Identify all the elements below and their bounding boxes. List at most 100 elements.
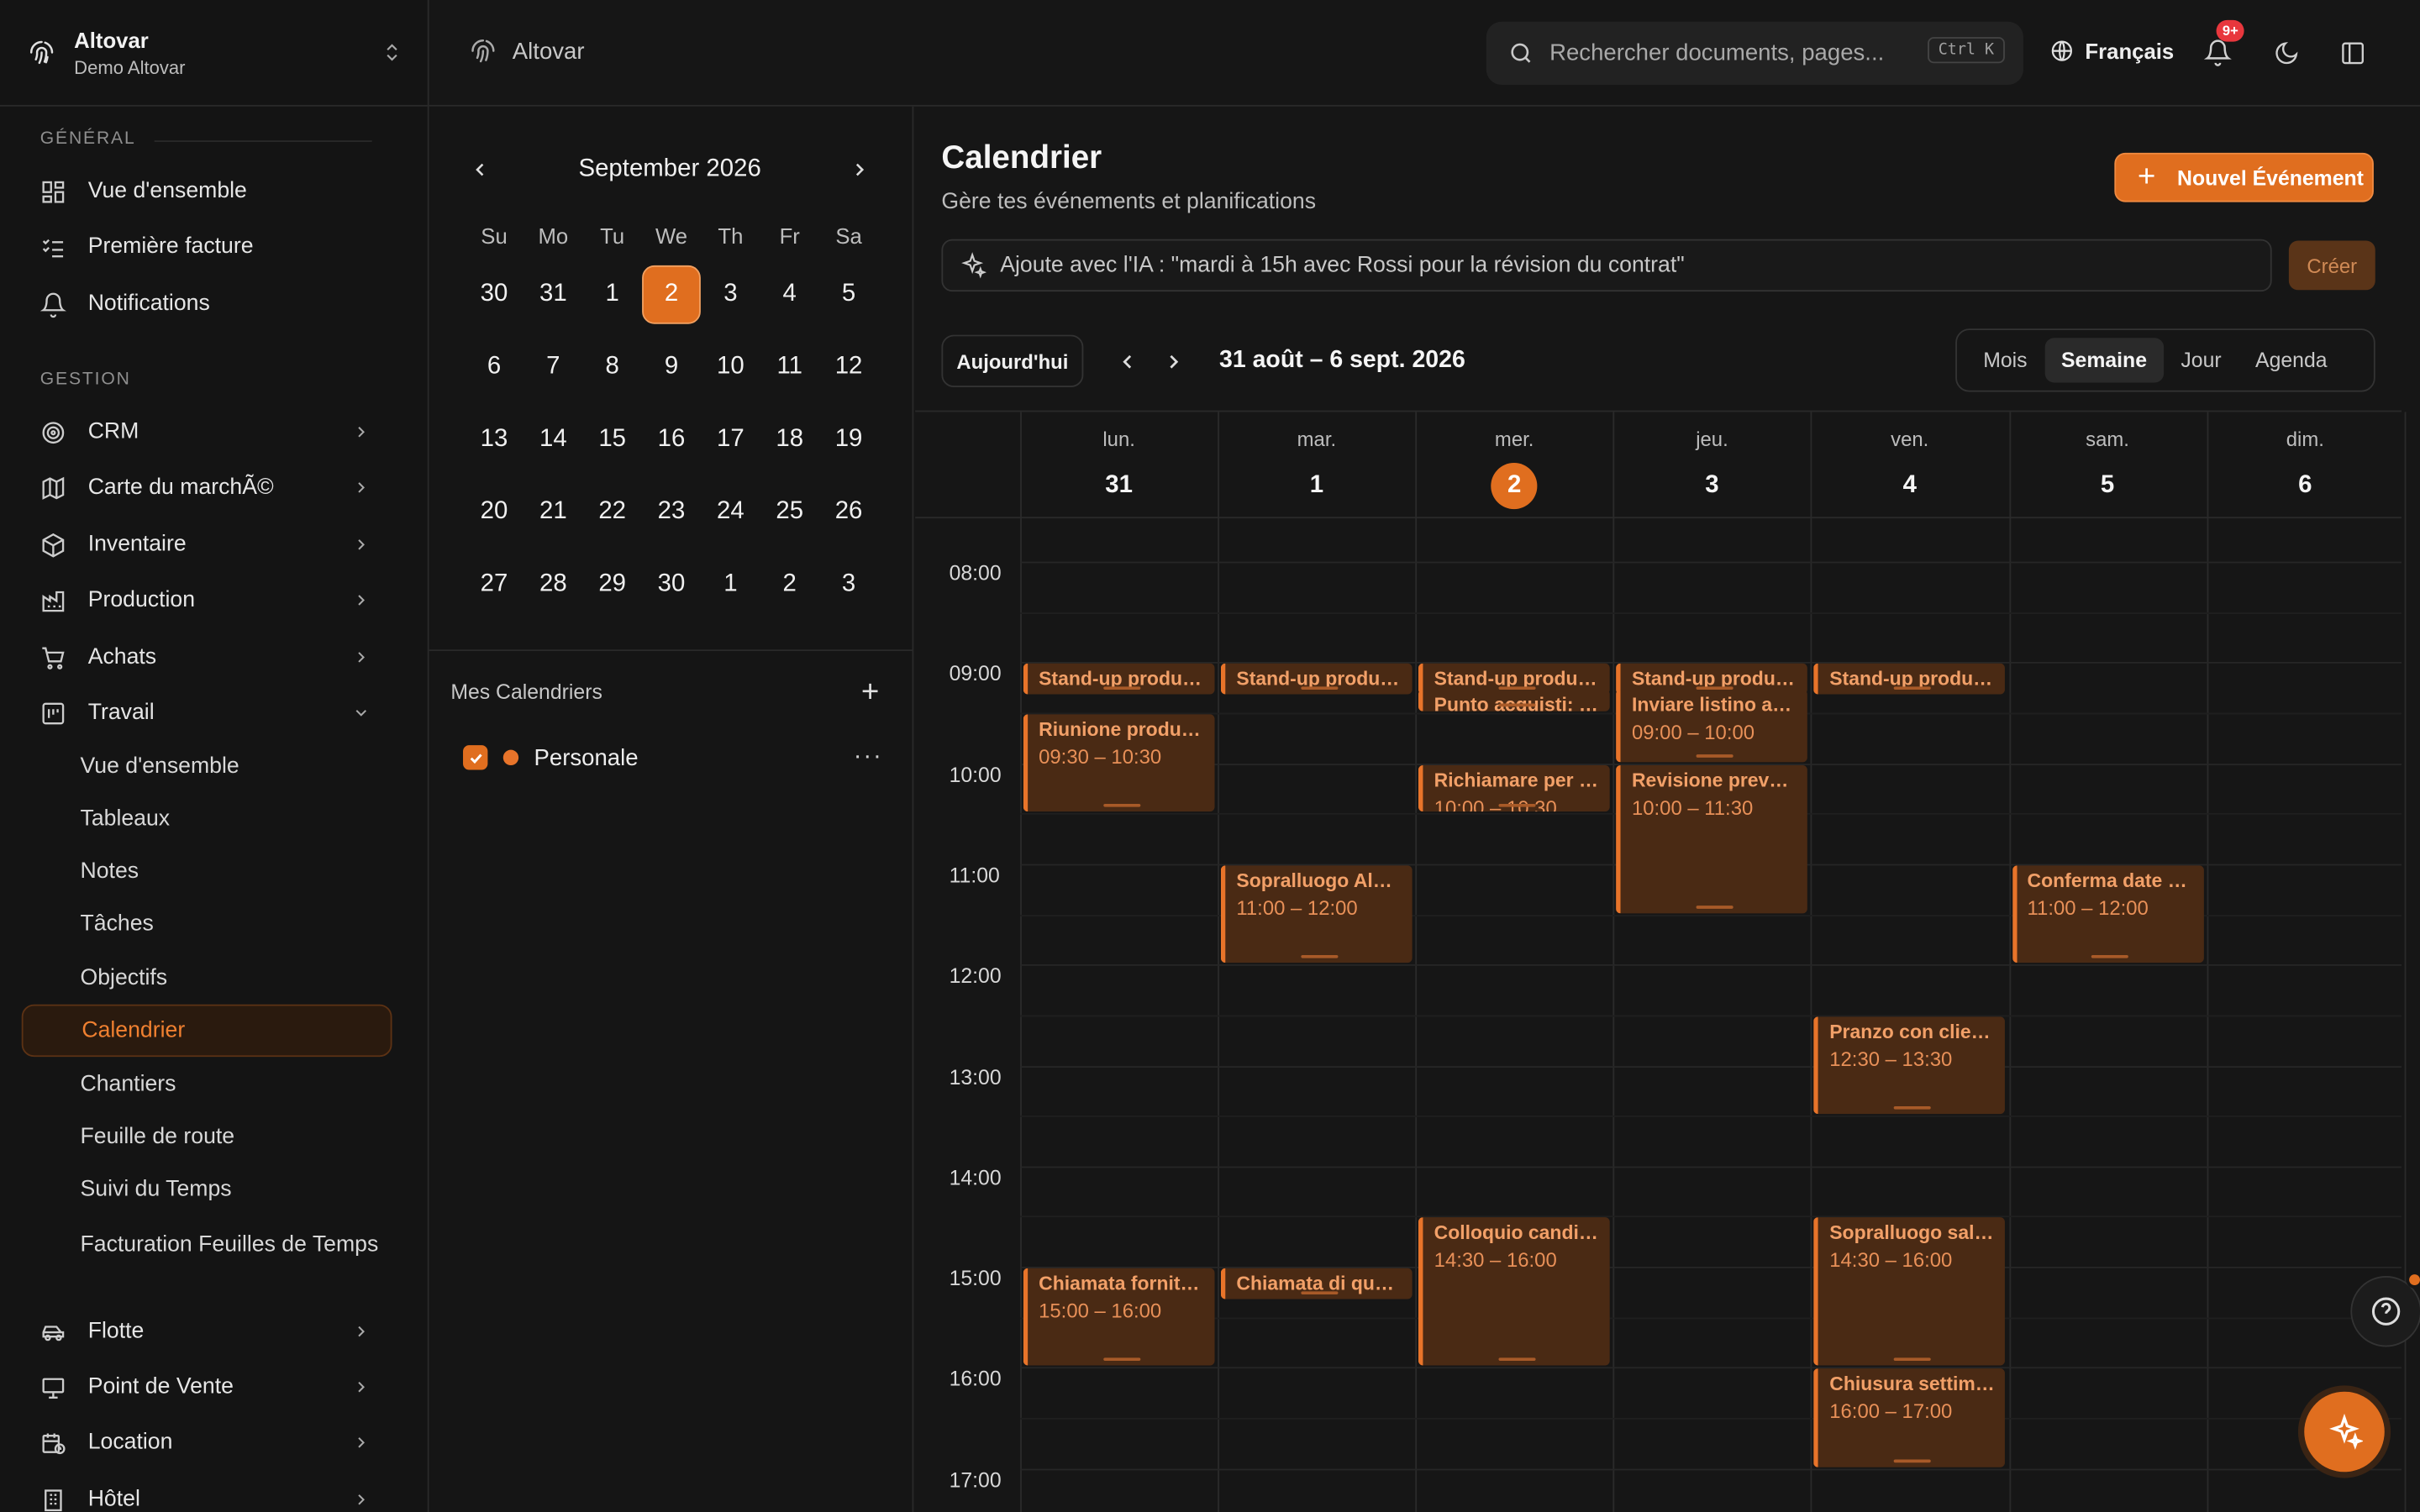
minical-day[interactable]: 25 (760, 475, 819, 548)
nav-inventory[interactable]: Inventaire (22, 518, 392, 570)
calendar-event[interactable]: Stand-up produzi... (1221, 664, 1413, 695)
day-header[interactable]: mer. 2 (1416, 412, 1613, 517)
view-day-tab[interactable]: Jour (2164, 338, 2238, 382)
chevron-left-icon[interactable] (469, 159, 491, 181)
resize-handle[interactable] (1893, 1106, 1931, 1110)
next-week-icon[interactable] (1162, 350, 1186, 374)
minical-day[interactable]: 24 (701, 475, 760, 548)
minical-day[interactable]: 6 (465, 330, 523, 402)
resize-handle[interactable] (1696, 753, 1733, 758)
minical-day[interactable]: 16 (642, 402, 701, 475)
subnav-time-tracking[interactable]: Suivi du Temps (22, 1163, 392, 1215)
subnav-overview[interactable]: Vue d'ensemble (22, 741, 392, 793)
resize-handle[interactable] (1893, 686, 1931, 690)
resize-handle[interactable] (2091, 955, 2128, 958)
minical-day[interactable]: 3 (819, 548, 878, 620)
breadcrumb[interactable]: Altovar (469, 37, 585, 65)
calendar-event[interactable]: Riunione produzio... 09:30 – 10:30 (1023, 714, 1215, 812)
calendar-event[interactable]: Stand-up produzi... (1813, 664, 2006, 695)
search-input[interactable]: Rechercher documents, pages... Ctrl K (1486, 21, 2023, 86)
nav-hotel[interactable]: Hôtel (22, 1473, 392, 1512)
resize-handle[interactable] (1102, 1358, 1140, 1362)
calendar-event[interactable]: Chiusura settiman... 16:00 – 17:00 (1813, 1368, 2006, 1467)
calendar-event[interactable]: Revisione prevent... 10:00 – 11:30 (1616, 764, 1808, 913)
resize-handle[interactable] (1497, 804, 1536, 808)
resize-handle[interactable] (1300, 1290, 1338, 1294)
minical-day[interactable]: 18 (760, 402, 819, 475)
day-header[interactable]: ven. 4 (1811, 412, 2008, 517)
minical-day[interactable]: 9 (642, 330, 701, 402)
resize-handle[interactable] (1102, 804, 1140, 808)
minical-day[interactable]: 22 (583, 475, 642, 548)
minical-day[interactable]: 11 (760, 330, 819, 402)
nav-overview[interactable]: Vue d'ensemble (22, 165, 392, 218)
add-calendar-button[interactable]: + (861, 677, 879, 708)
minical-day[interactable]: 10 (701, 330, 760, 402)
calendar-event[interactable]: Chiamata fornitor... 15:00 – 16:00 (1023, 1268, 1215, 1367)
resize-handle[interactable] (1300, 955, 1338, 958)
minical-day[interactable]: 19 (819, 402, 878, 475)
nav-purchases[interactable]: Achats (22, 631, 392, 683)
minical-day[interactable]: 28 (523, 548, 582, 620)
minical-day[interactable]: 2 (760, 548, 819, 620)
minical-day[interactable]: 30 (642, 548, 701, 620)
resize-handle[interactable] (1696, 905, 1733, 908)
day-header[interactable]: mar. 1 (1218, 412, 1415, 517)
org-switcher[interactable]: Altovar Demo Altovar (0, 0, 428, 107)
calendar-checkbox[interactable] (463, 745, 488, 770)
nav-notifications[interactable]: Notifications (22, 278, 392, 330)
more-options-icon[interactable]: ··· (854, 743, 883, 771)
resize-handle[interactable] (1497, 1358, 1536, 1362)
ai-assistant-button[interactable] (2304, 1391, 2385, 1473)
calendar-event[interactable]: Conferma date co... 11:00 – 12:00 (2012, 865, 2204, 963)
minical-day-selected[interactable]: 2 (642, 258, 701, 330)
calendar-event[interactable]: Stand-up produzi... (1023, 664, 1215, 695)
chevron-right-icon[interactable] (849, 159, 871, 181)
subnav-roadmap[interactable]: Feuille de route (22, 1110, 392, 1163)
calendar-event[interactable]: Sopralluogo sala ... 14:30 – 16:00 (1813, 1217, 2006, 1367)
subnav-notes[interactable]: Notes (22, 846, 392, 898)
resize-handle[interactable] (1102, 686, 1140, 690)
nav-pos[interactable]: Point de Vente (22, 1361, 392, 1413)
resize-handle[interactable] (1893, 1358, 1931, 1362)
notifications-bell-icon[interactable] (2203, 39, 2232, 66)
subnav-calendar[interactable]: Calendrier (21, 1004, 392, 1058)
minical-day[interactable]: 29 (583, 548, 642, 620)
calendar-event[interactable]: Chiamata di quali... (1221, 1268, 1413, 1299)
calendar-event[interactable]: Sopralluogo Alber... 11:00 – 12:00 (1221, 865, 1413, 963)
resize-handle[interactable] (1893, 1458, 1931, 1462)
subnav-sites[interactable]: Chantiers (22, 1058, 392, 1110)
minical-day[interactable]: 20 (465, 475, 523, 548)
calendar-event[interactable]: Pranzo con client... 12:30 – 13:30 (1813, 1016, 2006, 1115)
day-header[interactable]: jeu. 3 (1613, 412, 1811, 517)
minical-day[interactable]: 8 (583, 330, 642, 402)
minical-day[interactable]: 5 (819, 258, 878, 330)
view-week-tab[interactable]: Semaine (2044, 338, 2165, 383)
nav-production[interactable]: Production (22, 574, 392, 626)
minical-day[interactable]: 1 (583, 258, 642, 330)
subnav-tasks[interactable]: Tâches (22, 898, 392, 950)
day-header[interactable]: lun. 31 (1020, 412, 1218, 517)
subnav-boards[interactable]: Tableaux (22, 793, 392, 845)
minical-day[interactable]: 17 (701, 402, 760, 475)
nav-first-invoice[interactable]: Première facture (22, 221, 392, 273)
nav-crm[interactable]: CRM (22, 406, 392, 458)
minical-day[interactable]: 31 (523, 258, 582, 330)
minical-day[interactable]: 21 (523, 475, 582, 548)
minical-day[interactable]: 13 (465, 402, 523, 475)
calendar-event[interactable]: Punto acquisti: P...09:00 – 09:30 (1418, 689, 1611, 711)
minical-day[interactable]: 30 (465, 258, 523, 330)
moon-icon[interactable] (2274, 40, 2300, 66)
calendar-event[interactable]: Colloquio candida... 14:30 – 16:00 (1418, 1217, 1611, 1367)
language-switcher[interactable]: Français (2049, 39, 2174, 63)
nav-rental[interactable]: Location (22, 1416, 392, 1468)
day-header[interactable]: sam. 5 (2009, 412, 2207, 517)
nav-work[interactable]: Travail (22, 686, 392, 738)
minical-day[interactable]: 15 (583, 402, 642, 475)
calendar-event[interactable]: Richiamare per re... 10:00 – 10:30 (1418, 764, 1611, 812)
view-month-tab[interactable]: Mois (1966, 338, 2044, 382)
minical-day[interactable]: 12 (819, 330, 878, 402)
minical-day[interactable]: 7 (523, 330, 582, 402)
new-event-button[interactable]: + Nouvel Événement (2114, 152, 2374, 202)
minical-day[interactable]: 23 (642, 475, 701, 548)
